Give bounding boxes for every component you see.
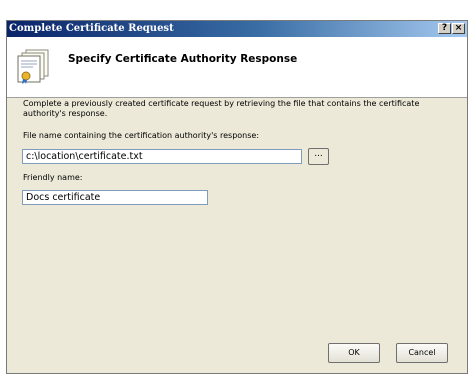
file-name-input[interactable]: c:\location\certificate.txt	[22, 149, 302, 164]
file-name-label: File name containing the certification a…	[23, 131, 260, 140]
description-text: Complete a previously created certificat…	[23, 99, 420, 118]
browse-button[interactable]: ...	[308, 148, 329, 165]
page-heading: Specify Certificate Authority Response	[68, 53, 298, 65]
ok-button[interactable]: OK	[328, 343, 380, 363]
certificate-request-dialog: Complete Certificate Request ? × Specify…	[6, 20, 468, 374]
cancel-button[interactable]: Cancel	[396, 343, 448, 363]
friendly-name-label: Friendly name:	[23, 173, 83, 182]
friendly-name-input[interactable]: Docs certificate	[22, 190, 208, 205]
help-button[interactable]: ?	[438, 23, 451, 34]
certificate-icon	[17, 49, 49, 84]
wizard-header: Specify Certificate Authority Response	[7, 37, 467, 98]
window-title: Complete Certificate Request	[9, 23, 174, 34]
close-button[interactable]: ×	[452, 23, 465, 34]
title-bar[interactable]: Complete Certificate Request ? ×	[7, 21, 467, 37]
